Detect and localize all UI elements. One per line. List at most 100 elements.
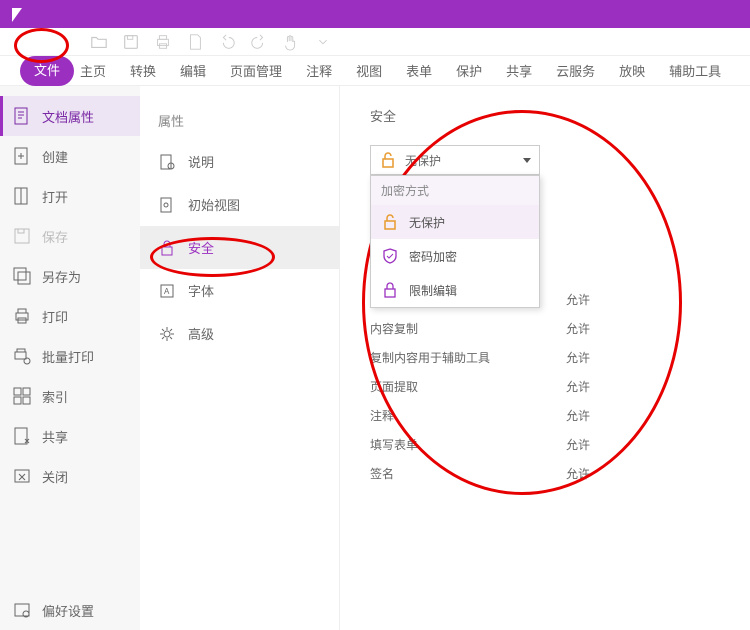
sidebar-item-label: 说明 <box>188 152 214 171</box>
sidebar-item-security[interactable]: 安全 <box>140 226 339 269</box>
save-as-icon <box>12 266 32 286</box>
option-label: 无保护 <box>409 214 445 231</box>
main-menubar: 文件 主页 转换 编辑 页面管理 注释 视图 表单 保护 共享 云服务 放映 辅… <box>0 56 750 86</box>
sidebar-item-close[interactable]: 关闭 <box>0 456 140 496</box>
sidebar-item-print[interactable]: 打印 <box>0 296 140 336</box>
sidebar-item-label: 打开 <box>42 187 68 206</box>
menu-share[interactable]: 共享 <box>506 61 532 80</box>
sidebar-item-label: 安全 <box>188 238 214 257</box>
sidebar-item-doc-properties[interactable]: 文档属性 <box>0 96 140 136</box>
batch-print-icon <box>12 346 32 366</box>
svg-text:A: A <box>164 287 170 296</box>
sidebar-item-preferences[interactable]: 偏好设置 <box>0 590 140 630</box>
permission-row: 注释 允许 <box>370 401 590 430</box>
quick-access-toolbar <box>0 28 750 56</box>
permission-value: 允许 <box>566 465 590 482</box>
permission-label: 页面提取 <box>370 378 418 395</box>
panel-title: 安全 <box>370 106 720 125</box>
menu-protect[interactable]: 保护 <box>456 61 482 80</box>
sidebar-item-share[interactable]: 共享 <box>0 416 140 456</box>
chevron-down-icon <box>523 158 531 163</box>
undo-icon[interactable] <box>218 33 236 51</box>
menu-view[interactable]: 视图 <box>356 61 382 80</box>
fonts-icon: A <box>158 282 176 300</box>
sidebar-item-batch-print[interactable]: 批量打印 <box>0 336 140 376</box>
preferences-icon <box>12 600 32 620</box>
sidebar-item-initial-view[interactable]: 初始视图 <box>140 183 339 226</box>
sidebar-item-label: 另存为 <box>42 267 81 286</box>
sidebar-item-label: 文档属性 <box>42 107 94 126</box>
sidebar-item-create[interactable]: 创建 <box>0 136 140 176</box>
sidebar-item-label: 初始视图 <box>188 195 240 214</box>
permission-value: 允许 <box>566 349 590 366</box>
dropdown-section-header: 加密方式 <box>371 176 539 205</box>
file-sidebar: 文档属性 创建 打开 保存 另存为 打印 批量打印 索引 <box>0 86 140 630</box>
print-alt-icon <box>12 306 32 326</box>
app-logo <box>8 2 32 26</box>
menu-page-manage[interactable]: 页面管理 <box>230 61 282 80</box>
menu-present[interactable]: 放映 <box>619 61 645 80</box>
permission-value: 允许 <box>566 407 590 424</box>
page-icon[interactable] <box>186 33 204 51</box>
permission-row: 填写表单允许 <box>370 430 590 459</box>
share-icon <box>12 426 32 446</box>
open-icon <box>12 186 32 206</box>
dropdown-selected-label: 无保护 <box>405 152 515 169</box>
sidebar-item-fonts[interactable]: A 字体 <box>140 269 339 312</box>
permission-label: 注释 <box>370 407 394 424</box>
print-icon[interactable] <box>154 33 172 51</box>
sidebar-item-label: 共享 <box>42 427 68 446</box>
save-icon[interactable] <box>122 33 140 51</box>
permission-label: 签名 <box>370 465 394 482</box>
sidebar-item-label: 字体 <box>188 281 214 300</box>
unlock-icon <box>379 151 397 169</box>
encryption-menu: 加密方式 无保护 密码加密 限制编辑 <box>370 175 540 308</box>
permission-row: 复制内容用于辅助工具 允许 <box>370 343 590 372</box>
create-icon <box>12 146 32 166</box>
permission-row: 签名 允许 <box>370 459 590 488</box>
permissions-table: 文档组合允许 内容复制允许 复制内容用于辅助工具允许 页面提取允许 注释允许 填… <box>370 285 720 488</box>
menu-form[interactable]: 表单 <box>406 61 432 80</box>
toolbar-dropdown-icon[interactable] <box>314 33 332 51</box>
encryption-select[interactable]: 无保护 <box>370 145 540 175</box>
index-icon <box>12 386 32 406</box>
permission-row: 页面提取 允许 <box>370 372 590 401</box>
sidebar-item-advanced[interactable]: 高级 <box>140 312 339 355</box>
menu-edit[interactable]: 编辑 <box>180 61 206 80</box>
permission-label: 复制内容用于辅助工具 <box>370 349 490 366</box>
gear-icon <box>158 325 176 343</box>
sidebar-item-index[interactable]: 索引 <box>0 376 140 416</box>
workspace: 文档属性 创建 打开 保存 另存为 打印 批量打印 索引 <box>0 86 750 630</box>
titlebar <box>0 0 750 28</box>
menu-accessibility[interactable]: 辅助工具 <box>669 61 721 80</box>
menu-comment[interactable]: 注释 <box>306 61 332 80</box>
sidebar-item-label: 偏好设置 <box>42 601 94 620</box>
redo-icon[interactable] <box>250 33 268 51</box>
sidebar-item-label: 关闭 <box>42 467 68 486</box>
sidebar-item-description[interactable]: 说明 <box>140 140 339 183</box>
permission-label: 内容复制 <box>370 320 418 337</box>
open-folder-icon[interactable] <box>90 33 108 51</box>
option-password[interactable]: 密码加密 <box>371 239 539 273</box>
properties-sidebar: 属性 说明 初始视图 安全 A 字体 高级 <box>140 86 340 630</box>
sidebar-item-label: 索引 <box>42 387 68 406</box>
sidebar-item-label: 批量打印 <box>42 347 94 366</box>
menu-file[interactable]: 文件 <box>20 56 74 86</box>
save-disk-icon <box>12 226 32 246</box>
lock-small-icon <box>381 281 399 299</box>
menu-cloud[interactable]: 云服务 <box>556 61 595 80</box>
shield-icon <box>381 247 399 265</box>
menu-convert[interactable]: 转换 <box>130 61 156 80</box>
sidebar-item-open[interactable]: 打开 <box>0 176 140 216</box>
sidebar-item-label: 创建 <box>42 147 68 166</box>
sidebar-item-save-as[interactable]: 另存为 <box>0 256 140 296</box>
permission-value: 允许 <box>566 436 590 453</box>
unlock-icon <box>381 213 399 231</box>
permission-value: 允许 <box>566 320 590 337</box>
option-no-protection[interactable]: 无保护 <box>371 205 539 239</box>
permission-value: 允许 <box>566 378 590 395</box>
option-restrict-edit[interactable]: 限制编辑 <box>371 273 539 307</box>
hand-icon[interactable] <box>282 33 300 51</box>
menu-home[interactable]: 主页 <box>80 61 106 80</box>
close-file-icon <box>12 466 32 486</box>
